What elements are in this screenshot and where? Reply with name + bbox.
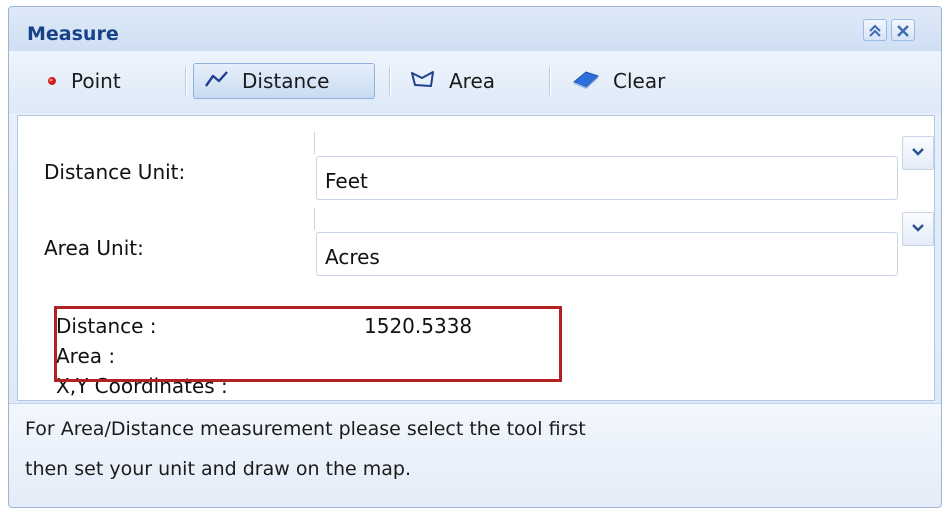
double-chevron-up-icon — [868, 23, 882, 42]
toolbar-separator — [389, 67, 390, 95]
clear-tool-button[interactable]: Clear — [561, 63, 675, 99]
close-button[interactable] — [891, 19, 915, 41]
distance-tool-label: Distance — [242, 69, 330, 93]
toolbar-separator — [185, 67, 186, 95]
area-tool-button[interactable]: Area — [399, 63, 505, 99]
measure-form: Distance Unit: Feet Area Unit: Acres Dis… — [17, 115, 935, 401]
distance-unit-select[interactable]: Feet — [316, 156, 898, 200]
polyline-icon — [204, 69, 230, 94]
area-unit-dropdown-button[interactable] — [902, 212, 934, 246]
area-tool-label: Area — [449, 69, 496, 93]
select-divider — [314, 132, 315, 154]
distance-tool-button[interactable]: Distance — [193, 63, 375, 99]
area-unit-label: Area Unit: — [44, 236, 144, 260]
measure-toolbar: Point Distance Area Clear — [9, 51, 941, 113]
toolbar-separator — [549, 67, 550, 95]
point-icon — [45, 69, 59, 93]
info-bar: For Area/Distance measurement please sel… — [9, 403, 941, 507]
area-unit-value: Acres — [325, 245, 380, 269]
chevron-down-icon — [912, 224, 924, 232]
point-tool-label: Point — [71, 69, 121, 93]
measure-panel: Measure Point Distance Area Clear Distan… — [8, 6, 942, 508]
info-line-1: For Area/Distance measurement please sel… — [25, 418, 586, 440]
clear-tool-label: Clear — [613, 69, 666, 93]
eraser-icon — [571, 68, 601, 95]
distance-unit-dropdown-button[interactable] — [902, 136, 934, 170]
title-bar[interactable]: Measure — [9, 7, 941, 52]
collapse-button[interactable] — [863, 19, 887, 41]
chevron-down-icon — [912, 148, 924, 156]
panel-title: Measure — [27, 23, 119, 45]
close-icon — [896, 23, 910, 42]
area-unit-select[interactable]: Acres — [316, 232, 898, 276]
point-tool-button[interactable]: Point — [35, 63, 131, 99]
polygon-icon — [409, 69, 437, 94]
info-line-2: then set your unit and draw on the map. — [25, 458, 412, 480]
distance-unit-label: Distance Unit: — [44, 160, 186, 184]
results-highlight-box — [54, 306, 562, 382]
select-divider — [314, 208, 315, 230]
distance-unit-value: Feet — [325, 169, 368, 193]
